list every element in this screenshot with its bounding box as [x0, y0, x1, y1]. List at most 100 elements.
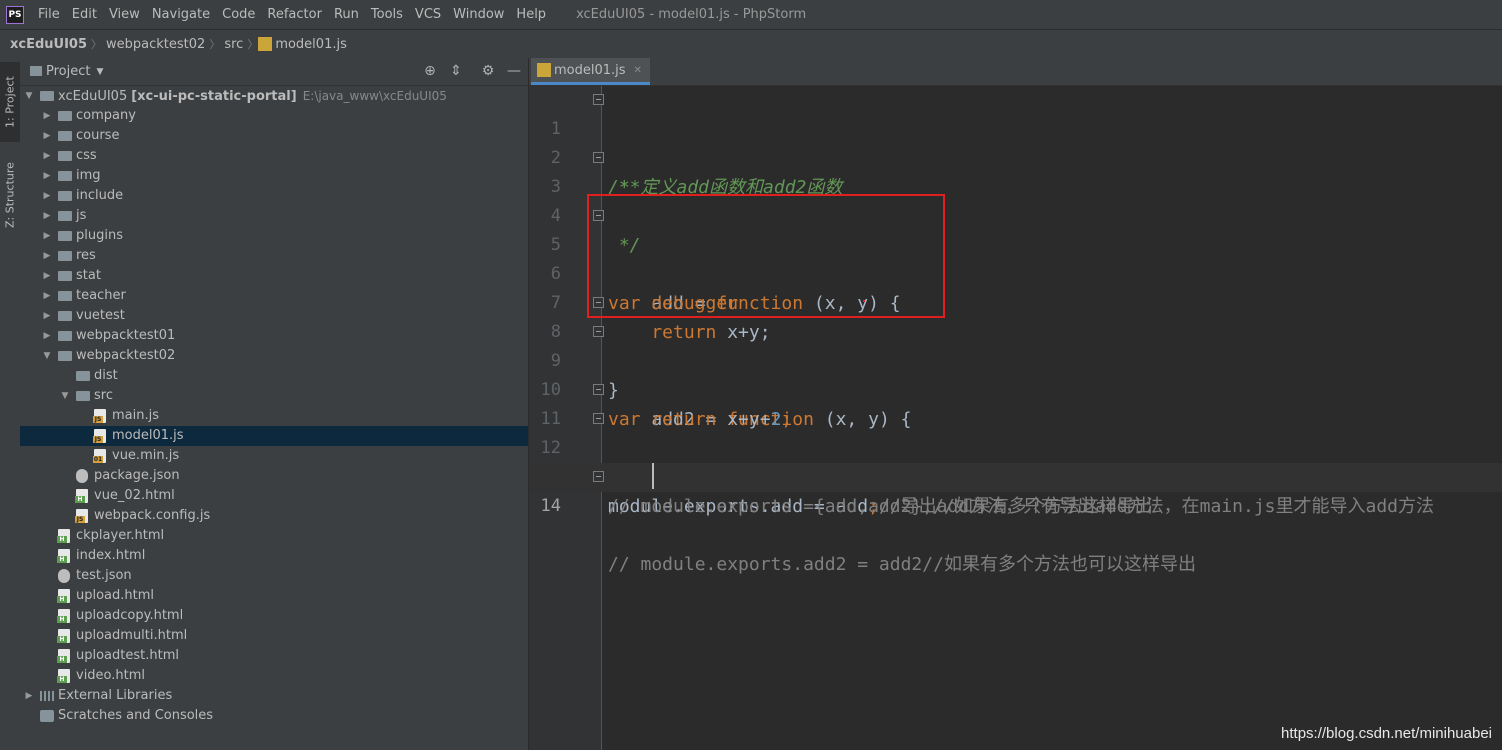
chevron-down-icon[interactable]: ▼: [60, 386, 70, 406]
annotation-highlight-box: [587, 194, 945, 318]
gear-icon[interactable]: ⚙: [480, 63, 496, 79]
chevron-right-icon[interactable]: ▶: [42, 226, 52, 246]
fold-icon[interactable]: [593, 384, 604, 395]
tree-folder-include[interactable]: ▶ include: [20, 186, 528, 206]
menu-view[interactable]: View: [103, 0, 146, 29]
chevron-right-icon[interactable]: ▶: [24, 686, 34, 706]
menu-window[interactable]: Window: [447, 0, 510, 29]
tree-file-main-js[interactable]: JS main.js: [20, 406, 528, 426]
locate-icon[interactable]: ⊕: [422, 63, 438, 79]
breadcrumb-file[interactable]: model01.js: [275, 37, 351, 52]
chevron-down-icon[interactable]: ▼: [42, 346, 52, 366]
chevron-right-icon[interactable]: ▶: [42, 186, 52, 206]
structure-tool-tab[interactable]: Z: Structure: [0, 150, 20, 240]
html-file-icon: H: [57, 669, 70, 683]
tab-model01-js[interactable]: model01.js ✕: [531, 58, 650, 85]
html-file-icon: H: [57, 549, 70, 563]
tree-root-project[interactable]: ▼ xcEduUI05 [xc-ui-pc-static-portal] E:\jav…: [20, 86, 528, 106]
tree-item-label: webpacktest01: [76, 328, 176, 343]
tree-file-vue-min-js[interactable]: 01 vue.min.js: [20, 446, 528, 466]
project-view-selector[interactable]: Project: [46, 64, 90, 79]
tree-folder-webpacktest02[interactable]: ▼ webpacktest02: [20, 346, 528, 366]
tree-folder-js[interactable]: ▶ js: [20, 206, 528, 226]
chevron-right-icon[interactable]: ▶: [42, 126, 52, 146]
js-file-icon: 01: [93, 449, 106, 463]
breadcrumb-src[interactable]: src: [220, 37, 247, 52]
fold-icon[interactable]: [593, 413, 604, 424]
tree-folder-webpacktest01[interactable]: ▶ webpacktest01: [20, 326, 528, 346]
tree-file-vue_02-html[interactable]: Hvue_02.html: [20, 486, 528, 506]
fold-icon[interactable]: [593, 152, 604, 163]
tree-file-webpack-config-js[interactable]: JS webpack.config.js: [20, 506, 528, 526]
menu-tools[interactable]: Tools: [365, 0, 409, 29]
chevron-right-icon[interactable]: ▶: [42, 246, 52, 266]
fold-icon[interactable]: [593, 94, 604, 105]
chevron-right-icon[interactable]: ▶: [42, 146, 52, 166]
tree-folder-course[interactable]: ▶ course: [20, 126, 528, 146]
menu-code[interactable]: Code: [216, 0, 261, 29]
js-file-icon: [258, 37, 273, 51]
tree-file-index-html[interactable]: Hindex.html: [20, 546, 528, 566]
close-icon[interactable]: ✕: [634, 65, 642, 76]
chevron-right-icon[interactable]: ▶: [42, 266, 52, 286]
tree-file-video-html[interactable]: Hvideo.html: [20, 666, 528, 686]
hide-panel-icon[interactable]: —: [506, 63, 522, 79]
menu-navigate[interactable]: Navigate: [146, 0, 216, 29]
tree-folder-teacher[interactable]: ▶ teacher: [20, 286, 528, 306]
window-title: xcEduUI05 - model01.js - PhpStorm: [576, 7, 807, 22]
tree-item-label: plugins: [76, 228, 123, 243]
tree-folder-src[interactable]: ▼ src: [20, 386, 528, 406]
tree-scratches-and-consoles[interactable]: Scratches and Consoles: [20, 706, 528, 726]
fold-icon[interactable]: [593, 326, 604, 337]
tree-item-label: js: [76, 208, 87, 223]
tree-folder-css[interactable]: ▶ css: [20, 146, 528, 166]
code-area[interactable]: 1 /** 2 * 定义add函数和add2函数 3 */ 4 5 var ad…: [529, 86, 1502, 750]
breadcrumb-project[interactable]: xcEduUI05: [0, 37, 91, 52]
tree-item-label: index.html: [76, 548, 146, 563]
tree-file-package-json[interactable]: package.json: [20, 466, 528, 486]
tree-file-model01-js[interactable]: JS model01.js: [20, 426, 528, 446]
menu-refactor[interactable]: Refactor: [261, 0, 328, 29]
folder-icon: [58, 211, 72, 221]
folder-icon: [58, 231, 72, 241]
chevron-down-icon[interactable]: ▼: [96, 67, 103, 77]
chevron-right-icon[interactable]: ▶: [42, 306, 52, 326]
menu-edit[interactable]: Edit: [66, 0, 103, 29]
chevron-right-icon[interactable]: ▶: [42, 206, 52, 226]
json-file-icon: [58, 569, 70, 583]
html-file-icon: H: [75, 489, 88, 503]
chevron-right-icon[interactable]: ▶: [42, 106, 52, 126]
menu-file[interactable]: File: [32, 0, 66, 29]
menu-run[interactable]: Run: [328, 0, 365, 29]
tree-file-uploadtest-html[interactable]: Huploadtest.html: [20, 646, 528, 666]
tree-item-label: webpack.config.js: [94, 508, 211, 523]
tree-external-libraries[interactable]: ▶ External Libraries: [20, 686, 528, 706]
menu-help[interactable]: Help: [510, 0, 552, 29]
tree-folder-res[interactable]: ▶ res: [20, 246, 528, 266]
chevron-right-icon[interactable]: ▶: [42, 286, 52, 306]
tree-item-label: model01.js: [112, 428, 184, 443]
tree-folder-plugins[interactable]: ▶ plugins: [20, 226, 528, 246]
tree-file-test-json[interactable]: test.json: [20, 566, 528, 586]
tree-folder-company[interactable]: ▶ company: [20, 106, 528, 126]
tree-item-label: uploadmulti.html: [76, 628, 188, 643]
tree-file-uploadcopy-html[interactable]: Huploadcopy.html: [20, 606, 528, 626]
code-line: 13 // module.exports ={add,add2};//如果有多个…: [529, 434, 1502, 517]
tree-folder-stat[interactable]: ▶ stat: [20, 266, 528, 286]
code-line-current: 14 // module.exports.add2 = add2//如果有多个方…: [529, 463, 1502, 575]
breadcrumb-folder[interactable]: webpacktest02: [102, 37, 209, 52]
tree-file-upload-html[interactable]: Hupload.html: [20, 586, 528, 606]
breadcrumb-separator-icon: 〉: [91, 38, 103, 51]
tree-folder-dist[interactable]: dist: [20, 366, 528, 386]
menu-vcs[interactable]: VCS: [409, 0, 447, 29]
project-tool-tab[interactable]: 1: Project: [0, 62, 20, 142]
collapse-all-icon[interactable]: ⇕: [448, 63, 464, 79]
tree-folder-img[interactable]: ▶ img: [20, 166, 528, 186]
chevron-right-icon[interactable]: ▶: [42, 326, 52, 346]
tree-file-ckplayer-html[interactable]: Hckplayer.html: [20, 526, 528, 546]
tree-folder-vuetest[interactable]: ▶ vuetest: [20, 306, 528, 326]
fold-icon[interactable]: [593, 471, 604, 482]
tree-file-uploadmulti-html[interactable]: Huploadmulti.html: [20, 626, 528, 646]
chevron-down-icon[interactable]: ▼: [24, 86, 34, 106]
chevron-right-icon[interactable]: ▶: [42, 166, 52, 186]
